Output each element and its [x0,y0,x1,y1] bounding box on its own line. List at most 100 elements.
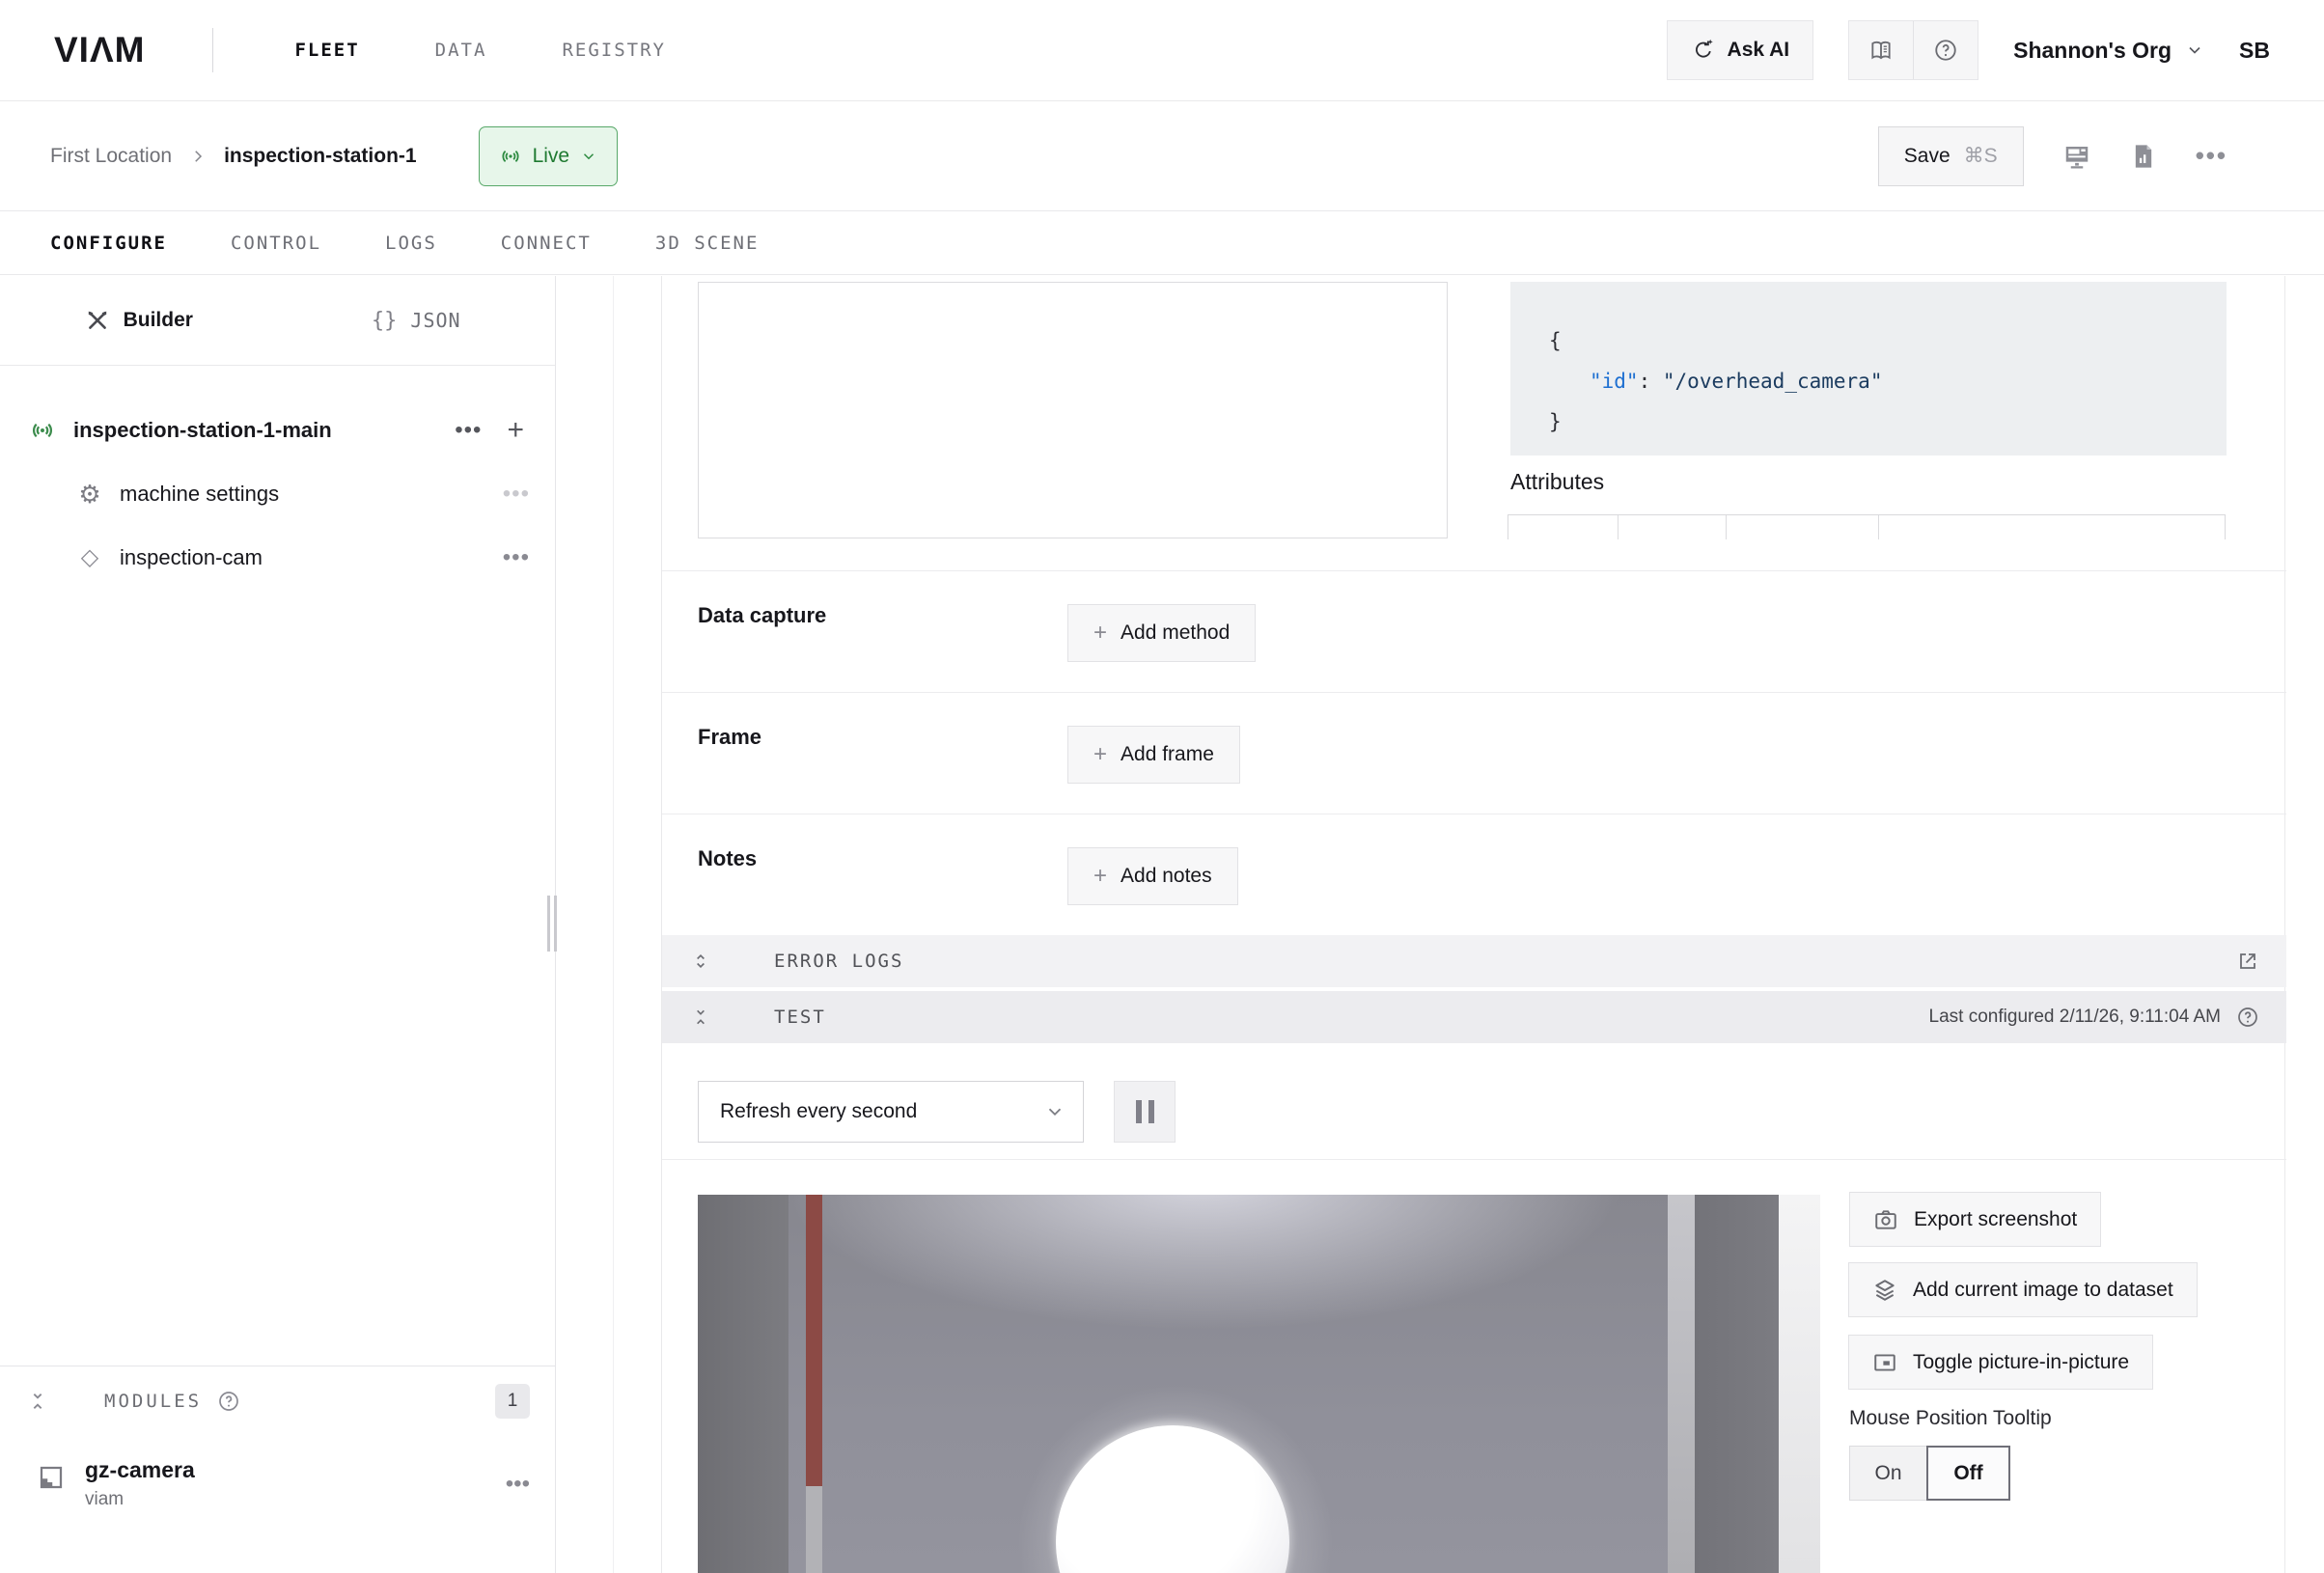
export-screenshot-button[interactable]: Export screenshot [1849,1192,2101,1247]
inspection-cam-ellipsis[interactable]: ••• [503,544,530,571]
inspection-cam-label: inspection-cam [120,545,263,570]
nav-item-fleet[interactable]: FLEET [294,40,359,61]
modules-header: MODULES 1 [0,1366,555,1436]
fullscreen-monitor-button[interactable] [2062,142,2091,171]
module-ellipsis[interactable]: ••• [506,1471,530,1498]
add-resource-button[interactable]: + [507,414,524,447]
machine-menu-ellipsis[interactable]: ••• [2196,141,2227,171]
attributes-title: Attributes [1510,469,1604,495]
tab-configure[interactable]: CONFIGURE [50,233,167,254]
tree-row-inspection-cam[interactable]: ◇ inspection-cam ••• [0,526,555,590]
resource-tree: inspection-station-1-main ••• + ⚙ machin… [0,366,555,590]
tooltip-off-button[interactable]: Off [1926,1446,2010,1501]
attributes-col-2 [1618,515,1727,539]
tree-row-machine-settings[interactable]: ⚙ machine settings ••• [0,462,555,526]
tab-control[interactable]: CONTROL [231,233,321,254]
ask-ai-button[interactable]: Ask AI [1667,20,1814,80]
select-chevron-down-icon [1044,1101,1065,1122]
add-frame-button[interactable]: + Add frame [1067,726,1240,784]
plus-icon: + [1093,741,1107,768]
camera-scene-right-edge [1779,1195,1820,1573]
chevron-right-icon [189,148,207,165]
open-external-icon[interactable] [2236,950,2259,973]
ask-ai-label: Ask AI [1728,39,1790,62]
viam-app: VIΛM FLEET DATA REGISTRY Ask AI [0,0,2324,1573]
machine-settings-label: machine settings [120,482,279,507]
refresh-rate-select[interactable]: Refresh every second [698,1081,1084,1143]
add-method-button[interactable]: + Add method [1067,604,1256,662]
test-divider [662,1159,2286,1160]
machine-status-badge[interactable]: Live [479,126,619,186]
component-preview-panel [698,282,1448,538]
sidebar-resize-handle[interactable] [547,896,557,952]
add-image-to-dataset-button[interactable]: Add current image to dataset [1848,1262,2198,1317]
machine-report-button[interactable] [2130,143,2157,170]
tree-row-main-part[interactable]: inspection-station-1-main ••• + [0,399,555,462]
document-chart-icon [2130,143,2157,170]
module-row-gz-camera[interactable]: gz-camera viam ••• [0,1457,555,1510]
machine-settings-ellipsis[interactable]: ••• [503,481,530,508]
add-notes-button[interactable]: + Add notes [1067,847,1238,905]
builder-tools-icon [85,308,110,333]
builder-json-toggle: Builder {} JSON [0,276,555,366]
save-label: Save [1904,145,1950,168]
picture-in-picture-icon [1872,1350,1897,1375]
pause-icon [1136,1100,1142,1123]
code-line-close: } [1549,401,2227,442]
tooltip-on-button[interactable]: On [1849,1446,1927,1501]
ai-refresh-sparkle-icon [1691,38,1716,63]
camera-stream [698,1195,1820,1573]
refresh-rate-value: Refresh every second [720,1100,917,1123]
breadcrumb-location[interactable]: First Location [50,145,172,168]
collapse-chevrons-icon [691,1007,710,1027]
modules-help-icon[interactable] [217,1390,240,1413]
documentation-button[interactable] [1849,21,1913,79]
help-button[interactable] [1913,21,1978,79]
org-switcher[interactable]: Shannon's Org [2013,38,2204,64]
test-title: TEST [774,1007,826,1028]
toggle-pip-button[interactable]: Toggle picture-in-picture [1848,1335,2153,1390]
main-part-ellipsis[interactable]: ••• [455,417,482,444]
error-logs-title: ERROR LOGS [774,951,903,972]
component-diamond-icon: ◇ [75,546,104,569]
modules-count-badge: 1 [495,1384,530,1419]
add-image-to-dataset-label: Add current image to dataset [1913,1279,2173,1302]
pause-refresh-button[interactable] [1114,1081,1176,1143]
add-notes-label: Add notes [1120,865,1212,888]
book-icon [1868,38,1894,63]
component-config-card: { "id": "/overhead_camera" } Attributes … [661,276,2285,1573]
mouse-position-tooltip-label: Mouse Position Tooltip [1849,1407,2052,1430]
modules-collapse-icon[interactable] [27,1391,48,1412]
error-logs-bar[interactable]: ERROR LOGS [662,935,2286,987]
section-divider [662,570,2286,571]
tab-logs[interactable]: LOGS [385,233,437,254]
toggle-pip-label: Toggle picture-in-picture [1913,1351,2129,1374]
machine-bar: First Location inspection-station-1 Live [0,101,2324,211]
status-chevron-down-icon [580,148,597,165]
user-avatar[interactable]: SB [2239,38,2270,64]
nav-item-registry[interactable]: REGISTRY [562,40,666,61]
test-bar[interactable]: TEST Last configured 2/11/26, 9:11:04 AM [662,991,2286,1043]
camera-scene-right-wall [1695,1195,1779,1573]
test-help-icon[interactable] [2236,1006,2259,1029]
breadcrumb-machine: inspection-station-1 [224,145,417,168]
json-mode-button[interactable]: {} JSON [278,276,556,365]
module-icon [37,1463,66,1492]
help-circle-icon [1933,38,1958,63]
live-signal-icon [499,145,522,168]
builder-mode-button[interactable]: Builder [0,276,278,365]
data-capture-label: Data capture [698,603,826,628]
mouse-tooltip-toggle: On Off [1849,1446,2010,1501]
modules-title: MODULES [104,1391,202,1412]
camera-icon [1873,1207,1898,1232]
save-button[interactable]: Save ⌘S [1878,126,2024,186]
chevron-down-icon [2185,41,2204,60]
nav-item-data[interactable]: DATA [435,40,487,61]
nav-items: FLEET DATA REGISTRY [294,40,665,61]
top-nav-right: Ask AI [1667,20,2270,80]
modules-section: MODULES 1 gz-c [0,1366,555,1510]
tab-connect[interactable]: CONNECT [501,233,592,254]
tab-3d-scene[interactable]: 3D SCENE [655,233,760,254]
plus-icon: + [1093,620,1107,647]
nav-divider [212,28,213,72]
